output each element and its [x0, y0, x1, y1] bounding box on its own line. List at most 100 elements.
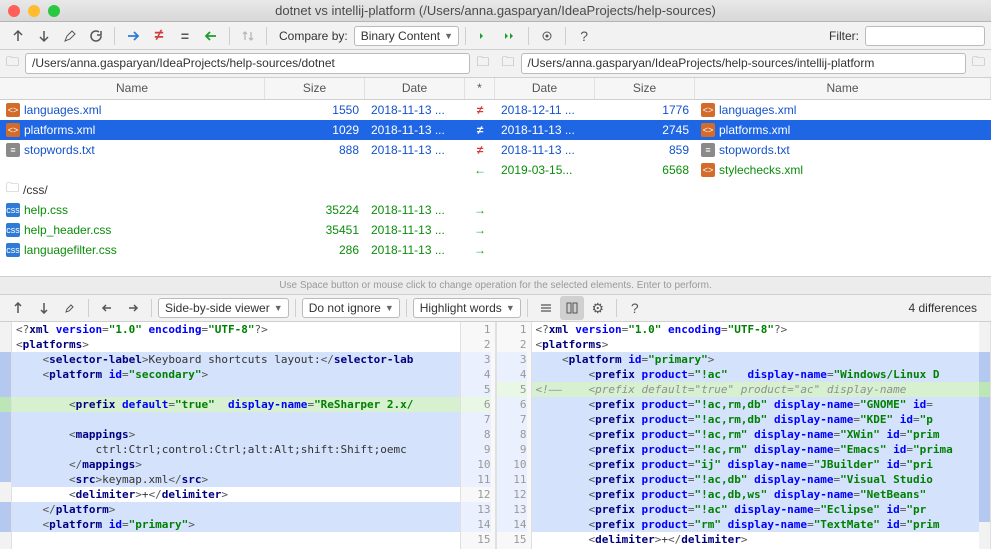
file-name: help_header.css [24, 223, 111, 237]
list-header: Name Size Date * Date Size Name [0, 78, 991, 100]
left-code-pane[interactable]: <?xml version="1.0" encoding="UTF-8"?><p… [12, 322, 460, 549]
diff-indicator[interactable]: ≠ [465, 123, 495, 137]
right-line-numbers: 123456789101112131415 [496, 322, 532, 549]
left-overview-gutter[interactable] [0, 322, 12, 549]
edit-icon[interactable] [58, 296, 82, 320]
edit-icon[interactable] [58, 24, 82, 48]
title-bar: dotnet vs intellij-platform (/Users/anna… [0, 0, 991, 22]
separator [266, 27, 267, 45]
line-number-gutters: 123456789101112131415 123456789101112131… [460, 322, 532, 549]
css-file-icon: css [6, 203, 20, 217]
arrow-up-icon[interactable] [6, 24, 30, 48]
window-title: dotnet vs intellij-platform (/Users/anna… [0, 3, 991, 18]
col-date-right[interactable]: Date [495, 78, 595, 99]
help-icon[interactable]: ? [572, 24, 596, 48]
hint-bar: Use Space button or mouse click to chang… [0, 276, 991, 294]
xml-file-icon: <> [701, 103, 715, 117]
compare-by-dropdown[interactable]: Binary Content [354, 26, 459, 46]
xml-file-icon: <> [701, 163, 715, 177]
col-size-left[interactable]: Size [265, 78, 365, 99]
file-name: languages.xml [24, 103, 101, 117]
col-name-right[interactable]: Name [695, 78, 991, 99]
sync-scroll-icon[interactable] [560, 296, 584, 320]
col-date-left[interactable]: Date [365, 78, 465, 99]
next-diff-icon[interactable] [32, 296, 56, 320]
help-icon[interactable]: ? [623, 296, 647, 320]
file-name: stylechecks.xml [719, 163, 803, 177]
not-equal-icon[interactable]: ≠ [147, 24, 171, 48]
right-overview-gutter[interactable] [979, 322, 991, 549]
file-name: stopwords.txt [719, 143, 790, 157]
back-icon[interactable] [95, 296, 119, 320]
separator [88, 299, 89, 317]
file-name: languages.xml [719, 103, 796, 117]
right-code-pane[interactable]: <?xml version="1.0" encoding="UTF-8"?><p… [532, 322, 980, 549]
diff-indicator[interactable]: → [465, 203, 495, 217]
css-file-icon: css [6, 243, 20, 257]
browse-icon[interactable]: 🗀 [476, 53, 489, 75]
diff-viewer: <?xml version="1.0" encoding="UTF-8"?><p… [0, 322, 991, 549]
diff-indicator[interactable]: → [465, 243, 495, 257]
arrow-right-blue-icon[interactable] [121, 24, 145, 48]
forward-icon[interactable] [121, 296, 145, 320]
settings-icon[interactable] [535, 24, 559, 48]
left-path: 🗀 /Users/anna.gasparyan/IdeaProjects/hel… [0, 53, 496, 75]
ignore-dropdown[interactable]: Do not ignore [302, 298, 400, 318]
prev-diff-icon[interactable] [6, 296, 30, 320]
arrow-down-icon[interactable] [32, 24, 56, 48]
col-diff[interactable]: * [465, 78, 495, 99]
file-name: stopwords.txt [24, 143, 95, 157]
collapse-icon[interactable] [534, 296, 558, 320]
diff-indicator[interactable]: ≠ [465, 103, 495, 117]
refresh-icon[interactable] [84, 24, 108, 48]
browse-icon[interactable]: 🗀 [972, 53, 985, 75]
table-row[interactable]: ←2019-03-15...6568<>stylechecks.xml [0, 160, 991, 180]
compare-by-group: Compare by: Binary Content [279, 26, 459, 46]
separator [229, 27, 230, 45]
table-row[interactable]: csslanguagefilter.css2862018-11-13 ...→ [0, 240, 991, 260]
diff-indicator[interactable]: → [465, 223, 495, 237]
separator [616, 299, 617, 317]
file-name: platforms.xml [719, 123, 790, 137]
xml-file-icon: <> [701, 123, 715, 137]
file-list[interactable]: <>languages.xml15502018-11-13 ...≠2018-1… [0, 100, 991, 276]
file-name: help.css [24, 203, 68, 217]
viewer-dropdown[interactable]: Side-by-side viewer [158, 298, 289, 318]
swap-icon[interactable] [236, 24, 260, 48]
separator [114, 27, 115, 45]
separator [465, 27, 466, 45]
table-row[interactable]: csshelp_header.css354512018-11-13 ...→ [0, 220, 991, 240]
table-row[interactable]: ≡stopwords.txt8882018-11-13 ...≠2018-11-… [0, 140, 991, 160]
folder-icon: 🗀 [502, 53, 515, 75]
col-name-left[interactable]: Name [0, 78, 265, 99]
separator [527, 299, 528, 317]
arrow-left-green-icon[interactable] [199, 24, 223, 48]
separator [528, 27, 529, 45]
file-name: languagefilter.css [24, 243, 117, 257]
separator [565, 27, 566, 45]
diff-count-label: 4 differences [909, 301, 986, 315]
separator [151, 299, 152, 317]
equal-icon[interactable]: = [173, 24, 197, 48]
main-toolbar: ≠ = Compare by: Binary Content ? Filter:… [0, 22, 991, 50]
filter-input[interactable] [865, 26, 985, 46]
table-row[interactable]: <>platforms.xml10292018-11-13 ...≠2018-1… [0, 120, 991, 140]
table-row[interactable]: 🗀/css/ [0, 180, 991, 200]
right-path: 🗀 /Users/anna.gasparyan/IdeaProjects/hel… [496, 53, 991, 75]
gear-icon[interactable]: ⚙ [586, 296, 610, 320]
table-row[interactable]: csshelp.css352242018-11-13 ...→ [0, 200, 991, 220]
diff-indicator[interactable]: ≠ [465, 143, 495, 157]
highlight-dropdown[interactable]: Highlight words [413, 298, 521, 318]
step-over-icon[interactable] [472, 24, 496, 48]
folder-icon: 🗀 [6, 179, 19, 201]
right-path-input[interactable]: /Users/anna.gasparyan/IdeaProjects/help-… [521, 53, 966, 74]
path-bar: 🗀 /Users/anna.gasparyan/IdeaProjects/hel… [0, 50, 991, 78]
xml-file-icon: <> [6, 103, 20, 117]
diff-toolbar: Side-by-side viewer Do not ignore Highli… [0, 294, 991, 322]
left-path-input[interactable]: /Users/anna.gasparyan/IdeaProjects/help-… [25, 53, 470, 74]
filter-group: Filter: ⌕ [829, 26, 985, 46]
diff-indicator[interactable]: ← [465, 163, 495, 177]
table-row[interactable]: <>languages.xml15502018-11-13 ...≠2018-1… [0, 100, 991, 120]
run-all-icon[interactable] [498, 24, 522, 48]
col-size-right[interactable]: Size [595, 78, 695, 99]
